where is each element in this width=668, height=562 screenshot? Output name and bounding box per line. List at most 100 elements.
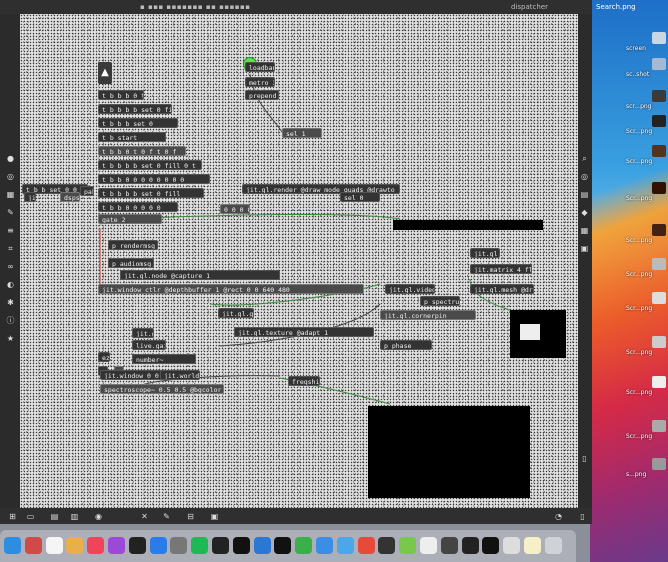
desktop-file-label[interactable]: Scr...png [626, 128, 652, 135]
patcher-object-o31[interactable]: freqshift~ 0.5 [288, 376, 320, 386]
patcher-object-metro[interactable]: metro 33 [245, 77, 275, 87]
dock-terminal-b-icon[interactable] [232, 537, 250, 554]
dock-preview-icon[interactable] [440, 537, 458, 554]
palette-icon[interactable]: ◆ [580, 208, 589, 217]
patcher-object-prepend[interactable]: prepend [245, 90, 279, 100]
desktop-file-label[interactable]: Scr...png [626, 389, 652, 396]
link-icon[interactable]: ∞ [6, 262, 15, 271]
desktop-file-thumbnail[interactable] [652, 90, 666, 102]
desktop-file-label[interactable]: Scr...png [626, 305, 652, 312]
patcher-object-o17[interactable]: jit.gl.mesh [470, 248, 500, 258]
grid-icon[interactable]: ▦ [6, 190, 15, 199]
comment-icon[interactable]: ▣ [210, 512, 219, 521]
dock-spotify-icon[interactable] [191, 537, 209, 554]
desktop-file-thumbnail[interactable] [652, 458, 666, 470]
collapse-icon[interactable]: ▯ [578, 512, 587, 521]
bulb-icon[interactable]: ◐ [6, 280, 15, 289]
patcher-object-o15[interactable]: jit.window ctlr @depthbuffer 1 @rect 0 0… [98, 284, 364, 294]
desktop-file-label[interactable]: Scr...png [626, 433, 652, 440]
dock-leaf-app-icon[interactable] [399, 537, 417, 554]
patcher-object-loadbang[interactable]: loadbang [245, 62, 275, 72]
dock-blender-icon[interactable] [378, 537, 396, 554]
dock-finder-icon[interactable] [4, 537, 21, 554]
desktop-file-label[interactable]: Scr...png [626, 271, 652, 278]
dock-window-a-icon[interactable] [461, 537, 479, 554]
patcher-object-o13[interactable]: p audiomsg [108, 258, 154, 268]
window-titlebar[interactable]: ▪ ▪▪▪ ▪▪▪▪▪▪▪ ▪▪ ▪▪▪▪▪▪ dispatcher [0, 0, 592, 14]
dock-app-store-icon[interactable] [149, 537, 167, 554]
patcher-object-o37[interactable]: p spectrum [420, 296, 460, 306]
search-icon[interactable]: ⌕ [580, 154, 589, 163]
max-patcher-window[interactable]: ▪ ▪▪▪ ▪▪▪▪▪▪▪ ▪▪ ▪▪▪▪▪▪ dispatcher ● ◎ ▦… [0, 0, 592, 524]
desktop-file-thumbnail[interactable] [652, 292, 666, 304]
slider-icon[interactable]: ✎ [162, 512, 171, 521]
dock-window-b-icon[interactable] [482, 537, 500, 554]
patcher-object-o23[interactable]: p phase [380, 340, 432, 350]
patcher-object-o33[interactable]: jit.world [160, 370, 200, 380]
dock-notes-icon[interactable] [524, 537, 541, 554]
dock-calendar-icon[interactable] [45, 537, 63, 554]
desktop-file-label[interactable]: Scr...png [626, 349, 652, 356]
layers-icon[interactable]: ▤ [580, 190, 589, 199]
patcher-object-o27[interactable]: ezdac~ [98, 352, 110, 362]
patcher-object-o38[interactable]: pak 0 0.5 [80, 186, 94, 196]
patcher-object-o34[interactable]: sel 0 [340, 192, 380, 202]
patcher-object-o24[interactable]: jit.gl.handle [132, 328, 154, 338]
desktop-file-label[interactable]: scr...png [626, 103, 651, 110]
patcher-object-o9[interactable]: t b b 0 0 0 0 0 [98, 202, 178, 212]
desktop-file-label[interactable]: Scr...png [626, 195, 652, 202]
patcher-object-o18[interactable]: jit.matrix 4 float32 200 1 [470, 264, 532, 274]
patcher-object-o40[interactable]: dspstate~ [60, 192, 80, 202]
patcher-object-o6[interactable]: t b b b b set 0 fill 0 t [98, 160, 202, 170]
jit-pwindow-main[interactable] [368, 406, 530, 498]
dock-safari-icon[interactable] [336, 537, 354, 554]
desktop-file-label[interactable]: s...png [626, 471, 646, 478]
patcher-object-o26[interactable]: live.gain~ [132, 340, 166, 350]
toggle-icon[interactable]: ✕ [140, 512, 149, 521]
reference-icon[interactable]: ▣ [580, 244, 589, 253]
debug-icon[interactable]: ◔ [554, 512, 563, 521]
list-icon[interactable]: ≡ [6, 226, 15, 235]
dock-folder-icon[interactable] [316, 537, 333, 554]
star-icon[interactable]: ★ [6, 334, 15, 343]
dock-terminal-a-icon[interactable] [212, 537, 229, 554]
patcher-object-sel[interactable]: sel 1 [282, 128, 322, 138]
button-icon[interactable]: ◉ [94, 512, 103, 521]
lock-icon[interactable]: ● [6, 154, 15, 163]
circle-icon[interactable]: ◎ [6, 172, 15, 181]
dock-chrome-icon[interactable] [357, 537, 375, 554]
patcher-object-o4[interactable]: t b start [98, 132, 166, 142]
patcher-object-o21[interactable]: jit.gl.gridshape [218, 308, 254, 318]
dock-podcasts-icon[interactable] [108, 537, 125, 554]
desktop-file-thumbnail[interactable] [652, 376, 666, 388]
color-grid-icon[interactable]: ▦ [580, 226, 589, 235]
desktop-file-thumbnail[interactable] [652, 58, 666, 70]
patcher-object-o8[interactable]: t b b b b set 0 fill [98, 188, 204, 198]
dock-gear-icon[interactable] [295, 537, 313, 554]
dock-photos-icon[interactable] [66, 537, 84, 554]
dock-trash-icon[interactable] [544, 537, 562, 554]
patcher-object-o12[interactable]: p rendermsg [108, 240, 158, 250]
desktop-file-thumbnail[interactable] [652, 420, 666, 432]
dock-launchpad-icon[interactable] [24, 537, 42, 554]
patcher-object-o1[interactable]: t b b b 0 trigger [98, 90, 144, 100]
desktop-file-label[interactable]: sc..shot [626, 71, 649, 78]
desktop-file-thumbnail[interactable] [652, 224, 666, 236]
presentation-icon[interactable]: ▭ [26, 512, 35, 521]
patcher-object-o25[interactable]: spectroscope~ 0.5 0.5 @bgcolor 0 0 0 0 1 [100, 384, 224, 394]
desktop-file-label[interactable]: Scr...png [626, 158, 652, 165]
patcher-object-o20[interactable]: jit.gl.cornerpin [380, 310, 476, 320]
dock-tv-icon[interactable] [128, 537, 146, 554]
dock-system-preferences-icon[interactable] [170, 537, 188, 554]
desktop-file-thumbnail[interactable] [652, 145, 666, 157]
inspector-icon[interactable]: ◎ [580, 172, 589, 181]
dock-max-msp-icon[interactable] [274, 537, 292, 554]
patcher-object-o22[interactable]: jit.gl.texture @adapt 1 [234, 327, 374, 337]
dock-document-icon[interactable] [420, 537, 437, 554]
patcher-object-o36[interactable]: jit.gl.node @capture 1 [120, 270, 280, 280]
gear-icon[interactable]: ✱ [6, 298, 15, 307]
patcher-object-o19[interactable]: jit.gl.mesh @draw_mode lines 0 0 1 [470, 284, 534, 294]
lock-toggle-icon[interactable]: ⊞ [8, 512, 17, 521]
patcher-object-o3[interactable]: t b b b set 0 [98, 118, 178, 128]
desktop-file-label[interactable]: screen [626, 45, 646, 52]
